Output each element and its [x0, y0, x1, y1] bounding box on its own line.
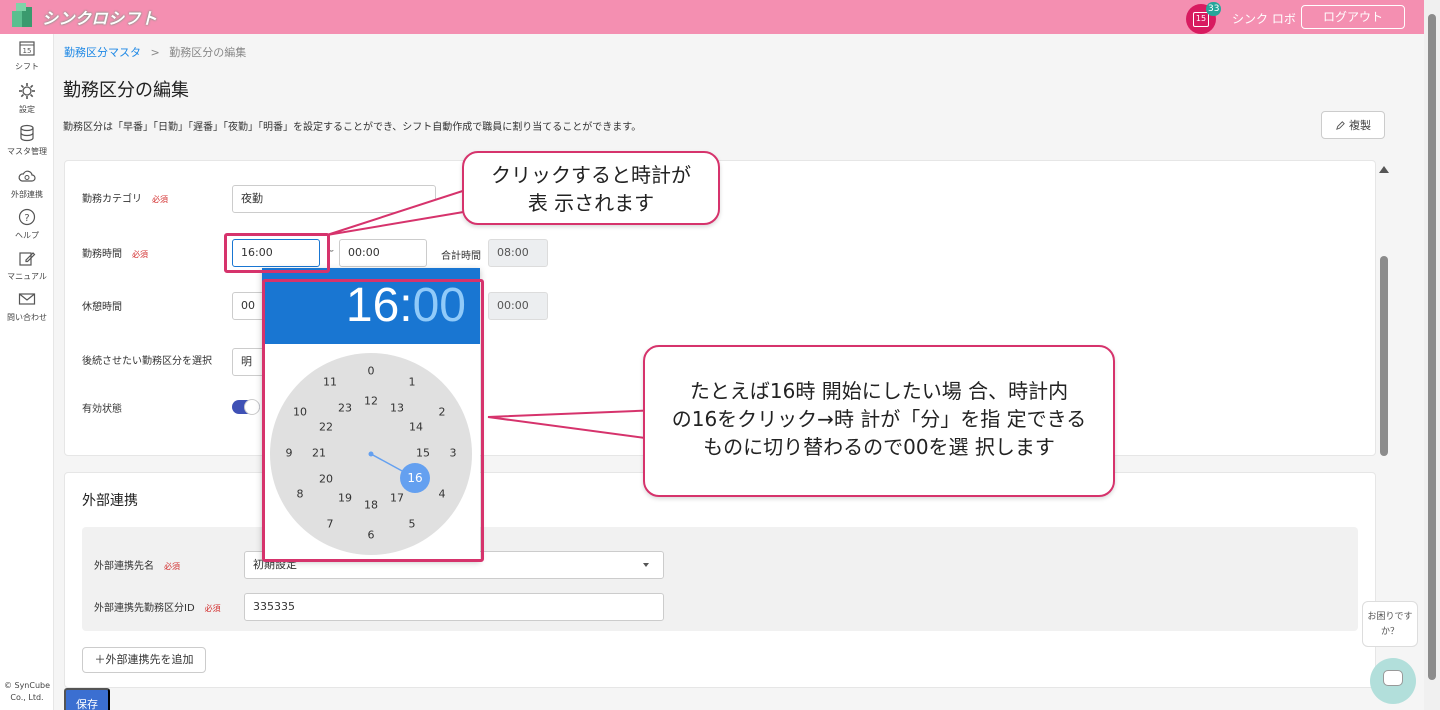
- help-bubble[interactable]: お困りですか？: [1362, 601, 1418, 647]
- callout-select-hour: たとえば16時 開始にしたい場 合、時計内 の16をクリック→時 計が「分」を指…: [643, 345, 1115, 497]
- callout-click-shows-clock: クリックすると時計が 表 示されます: [462, 151, 720, 225]
- chatbot-icon[interactable]: [1370, 658, 1416, 704]
